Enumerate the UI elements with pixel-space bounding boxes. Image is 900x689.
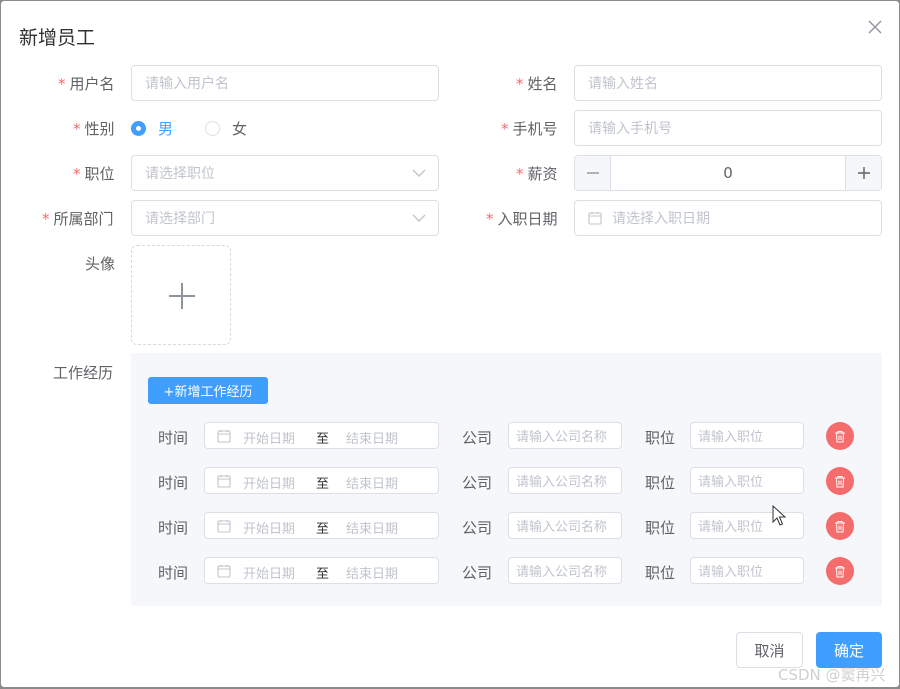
company-input[interactable]: 请输入公司名称 bbox=[508, 467, 622, 494]
date-range-picker[interactable]: 开始日期 至 结束日期 bbox=[204, 512, 439, 539]
date-range-picker[interactable]: 开始日期 至 结束日期 bbox=[204, 467, 439, 494]
experience-label: 工作经历 bbox=[53, 364, 114, 382]
username-input[interactable]: 请输入用户名 bbox=[131, 65, 439, 101]
date-range-picker[interactable]: 开始日期 至 结束日期 bbox=[204, 557, 439, 584]
watermark: CSDN @窦再兴 bbox=[778, 666, 886, 684]
add-experience-button[interactable]: +新增工作经历 bbox=[148, 377, 268, 404]
plus-icon bbox=[857, 167, 870, 179]
chevron-down-icon bbox=[412, 169, 426, 177]
time-label: 时间 bbox=[158, 564, 189, 582]
increase-button[interactable] bbox=[845, 156, 881, 190]
cancel-button[interactable]: 取消 bbox=[736, 632, 803, 668]
plus-icon bbox=[169, 283, 195, 309]
experience-position-label: 职位 bbox=[645, 429, 676, 447]
end-date-input[interactable]: 结束日期 bbox=[346, 563, 398, 582]
minus-icon bbox=[586, 172, 599, 174]
department-select[interactable]: 请选择部门 bbox=[131, 200, 439, 236]
salary-stepper[interactable]: 0 bbox=[574, 155, 882, 191]
range-separator: 至 bbox=[316, 432, 330, 447]
trash-icon bbox=[835, 565, 845, 577]
delete-experience-button[interactable] bbox=[826, 512, 854, 540]
delete-experience-button[interactable] bbox=[826, 557, 854, 585]
position-select[interactable]: 请选择职位 bbox=[131, 155, 439, 191]
company-label: 公司 bbox=[462, 564, 493, 582]
time-label: 时间 bbox=[158, 429, 189, 447]
phone-input[interactable]: 请输入手机号 bbox=[574, 110, 882, 146]
end-date-input[interactable]: 结束日期 bbox=[346, 473, 398, 492]
range-separator: 至 bbox=[316, 477, 330, 492]
range-separator: 至 bbox=[316, 567, 330, 582]
gender-radio-female[interactable]: 女 bbox=[205, 118, 247, 139]
start-date-input[interactable]: 开始日期 bbox=[243, 563, 295, 582]
start-date-input[interactable]: 开始日期 bbox=[243, 518, 295, 537]
date-range-picker[interactable]: 开始日期 至 结束日期 bbox=[204, 422, 439, 449]
experience-position-input[interactable]: 请输入职位 bbox=[690, 557, 804, 584]
company-label: 公司 bbox=[462, 519, 493, 537]
decrease-button[interactable] bbox=[575, 156, 611, 190]
gender-label: * 性别 bbox=[73, 120, 115, 138]
position-label: * 职位 bbox=[73, 165, 115, 183]
experience-position-label: 职位 bbox=[645, 519, 676, 537]
close-icon[interactable] bbox=[865, 17, 885, 37]
mouse-cursor-icon bbox=[772, 505, 787, 526]
gender-radio-male[interactable]: 男 bbox=[131, 118, 173, 139]
calendar-icon bbox=[217, 520, 231, 533]
delete-experience-button[interactable] bbox=[826, 422, 854, 450]
company-input[interactable]: 请输入公司名称 bbox=[508, 422, 622, 449]
trash-icon bbox=[835, 520, 845, 532]
experience-position-label: 职位 bbox=[645, 564, 676, 582]
hire-date-picker[interactable]: 请选择入职日期 bbox=[574, 200, 882, 236]
department-label: * 所属部门 bbox=[42, 210, 114, 228]
salary-value[interactable]: 0 bbox=[611, 156, 845, 190]
calendar-icon bbox=[217, 565, 231, 578]
calendar-icon bbox=[217, 475, 231, 488]
experience-position-input[interactable]: 请输入职位 bbox=[690, 422, 804, 449]
delete-experience-button[interactable] bbox=[826, 467, 854, 495]
avatar-uploader[interactable] bbox=[131, 245, 231, 345]
company-input[interactable]: 请输入公司名称 bbox=[508, 557, 622, 584]
calendar-icon bbox=[588, 212, 602, 225]
end-date-input[interactable]: 结束日期 bbox=[346, 518, 398, 537]
company-input[interactable]: 请输入公司名称 bbox=[508, 512, 622, 539]
phone-label: * 手机号 bbox=[501, 120, 558, 138]
radio-unchecked-icon bbox=[205, 121, 220, 136]
time-label: 时间 bbox=[158, 474, 189, 492]
trash-icon bbox=[835, 475, 845, 487]
confirm-button[interactable]: 确定 bbox=[816, 632, 882, 668]
radio-checked-icon bbox=[131, 121, 146, 136]
company-label: 公司 bbox=[462, 474, 493, 492]
salary-label: * 薪资 bbox=[516, 165, 558, 183]
hire-date-label: * 入职日期 bbox=[486, 210, 558, 228]
start-date-input[interactable]: 开始日期 bbox=[243, 473, 295, 492]
time-label: 时间 bbox=[158, 519, 189, 537]
trash-icon bbox=[835, 430, 845, 442]
calendar-icon bbox=[217, 430, 231, 443]
end-date-input[interactable]: 结束日期 bbox=[346, 428, 398, 447]
experience-position-label: 职位 bbox=[645, 474, 676, 492]
chevron-down-icon bbox=[412, 214, 426, 222]
start-date-input[interactable]: 开始日期 bbox=[243, 428, 295, 447]
range-separator: 至 bbox=[316, 522, 330, 537]
dialog-title: 新增员工 bbox=[19, 27, 96, 49]
experience-position-input[interactable]: 请输入职位 bbox=[690, 467, 804, 494]
username-label: * 用户名 bbox=[58, 75, 115, 93]
avatar-label: 头像 bbox=[85, 255, 116, 273]
name-label: * 姓名 bbox=[516, 75, 558, 93]
company-label: 公司 bbox=[462, 429, 493, 447]
name-input[interactable]: 请输入姓名 bbox=[574, 65, 882, 101]
